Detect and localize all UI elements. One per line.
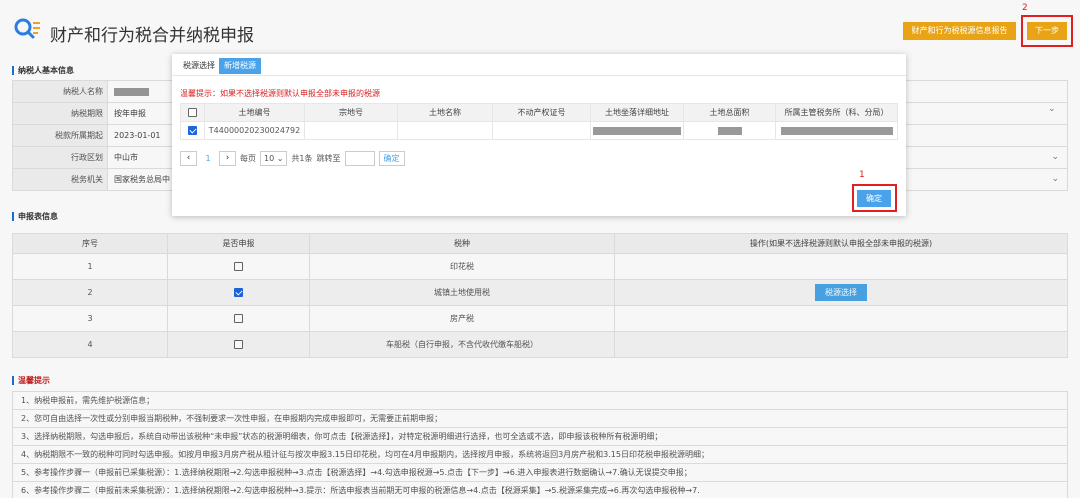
goto-page-input[interactable] bbox=[344, 150, 375, 166]
page-title: 财产和行为税合并纳税申报 bbox=[50, 26, 254, 46]
modal-tabs: 税源选择 新增税源 bbox=[172, 54, 906, 76]
pagination: ‹ 1 › 每页 10 ⌄ 共1条 跳转至 确定 bbox=[180, 150, 405, 166]
page-header: 财产和行为税合并纳税申报 财产和行为税税源信息报告 下一步 2 bbox=[0, 0, 1080, 60]
page-number[interactable]: 1 bbox=[201, 154, 215, 163]
goto-confirm-button[interactable]: 确定 bbox=[378, 150, 405, 166]
row-checkbox[interactable] bbox=[188, 126, 197, 135]
land-address bbox=[590, 121, 684, 140]
col-header: 宗地号 bbox=[304, 103, 398, 122]
parcel-number bbox=[304, 121, 398, 140]
tab-add-tax-source[interactable]: 新增税源 bbox=[219, 58, 261, 74]
tax-source-report-button[interactable]: 财产和行为税税源信息报告 bbox=[903, 22, 1016, 40]
select-all-cell bbox=[180, 103, 205, 122]
tab-tax-source-select[interactable]: 税源选择 bbox=[180, 58, 218, 74]
col-header: 土地编号 bbox=[204, 103, 305, 122]
goto-label: 跳转至 bbox=[316, 153, 341, 163]
land-number: T44000020230024792 bbox=[204, 121, 305, 140]
search-list-logo-icon bbox=[14, 18, 40, 39]
per-page-select[interactable]: 10 ⌄ bbox=[260, 150, 288, 166]
highlight-box-next bbox=[1021, 15, 1073, 47]
highlight-box-confirm bbox=[852, 184, 897, 212]
masked-area bbox=[717, 126, 742, 135]
land-area bbox=[683, 121, 776, 140]
warning-text: 温馨提示：如果不选择税源则默认申报全部未申报的税源 bbox=[180, 89, 380, 98]
land-name bbox=[397, 121, 493, 140]
select-all-checkbox[interactable] bbox=[188, 108, 197, 117]
col-header: 土地总面积 bbox=[683, 103, 776, 122]
property-cert-number bbox=[492, 121, 591, 140]
tax-source-modal: 税源选择 新增税源 温馨提示：如果不选择税源则默认申报全部未申报的税源 土地编号… bbox=[172, 54, 906, 216]
table-row: T44000020230024792 bbox=[180, 121, 898, 140]
per-page-label: 每页 bbox=[240, 153, 256, 163]
tax-source-grid: 土地编号 宗地号 土地名称 不动产权证号 土地坐落详细地址 土地总面积 所属主管… bbox=[180, 103, 898, 140]
annotation-number-1: 1 bbox=[859, 170, 865, 180]
masked-address bbox=[593, 126, 681, 135]
total-count: 共1条 bbox=[291, 153, 313, 163]
col-header: 土地名称 bbox=[397, 103, 493, 122]
prev-page-button[interactable]: ‹ bbox=[180, 150, 197, 166]
next-page-button[interactable]: › bbox=[219, 150, 236, 166]
masked-tax-office bbox=[780, 126, 893, 135]
row-checkbox-cell bbox=[180, 121, 205, 140]
annotation-number-2: 2 bbox=[1022, 3, 1028, 13]
col-header: 土地坐落详细地址 bbox=[590, 103, 684, 122]
chevron-down-icon: ⌄ bbox=[276, 153, 284, 163]
per-page-value: 10 bbox=[264, 153, 275, 163]
col-header: 不动产权证号 bbox=[492, 103, 591, 122]
tax-office bbox=[775, 121, 898, 140]
col-header: 所属主管税务所（科、分局） bbox=[775, 103, 898, 122]
